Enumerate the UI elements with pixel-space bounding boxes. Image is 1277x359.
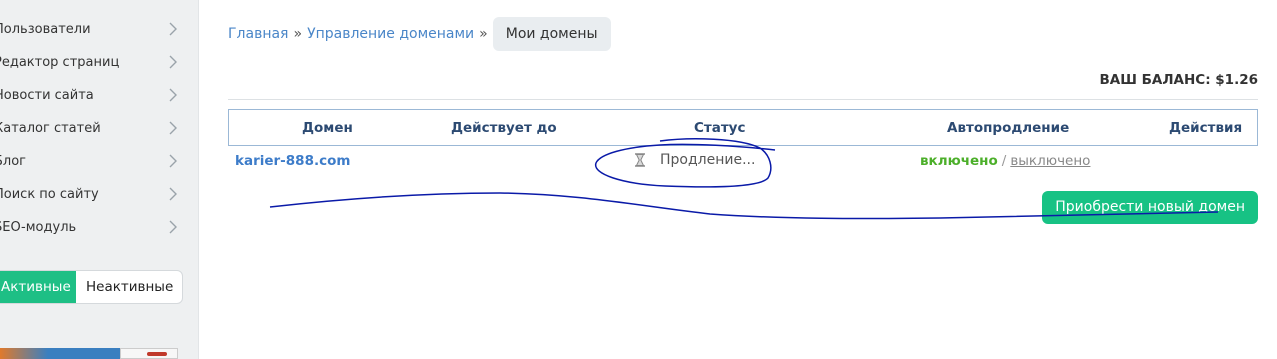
buy-new-domain-button[interactable]: Приобрести новый домен (1042, 191, 1258, 224)
autorenew-enabled: включено (920, 153, 998, 169)
breadcrumb-separator: » (293, 26, 303, 42)
status-cell: Продление... (634, 152, 755, 168)
breadcrumb: Главная » Управление доменами » Мои доме… (228, 17, 611, 51)
sidebar-item-articles[interactable]: Каталог статей (0, 113, 190, 146)
chevron-right-icon (169, 121, 177, 135)
column-header-actions: Действия (1169, 120, 1243, 136)
chevron-right-icon (169, 187, 177, 201)
toggle-active-option[interactable]: Активные (0, 271, 76, 303)
breadcrumb-separator: » (479, 26, 488, 42)
column-header-domain: Домен (302, 120, 353, 136)
sidebar-item-search[interactable]: Поиск по сайту (0, 179, 190, 212)
sidebar-item-label: Блог (0, 154, 27, 169)
banner-image-left (0, 348, 120, 359)
breadcrumb-domains-link[interactable]: Управление доменами (307, 26, 474, 42)
autorenew-separator: / (1001, 153, 1007, 169)
chevron-right-icon (169, 88, 177, 102)
chevron-right-icon (169, 220, 177, 234)
breadcrumb-home-link[interactable]: Главная (228, 26, 288, 42)
domain-link[interactable]: karier-888.com (235, 153, 350, 169)
chevron-right-icon (169, 22, 177, 36)
sidebar-item-label: Поиск по сайту (0, 187, 99, 202)
sidebar-item-page-editor[interactable]: Редактор страниц (0, 47, 190, 80)
promo-banner[interactable] (0, 348, 178, 359)
sidebar-item-news[interactable]: Новости сайта (0, 80, 190, 113)
chevron-right-icon (169, 55, 177, 69)
breadcrumb-current: Мои домены (492, 17, 611, 51)
sidebar: Пользователи Редактор страниц Новости са… (0, 0, 199, 359)
autorenew-disable-link[interactable]: выключено (1010, 153, 1090, 169)
domains-table-header: Домен Действует до Статус Автопродление … (228, 109, 1258, 146)
sidebar-item-label: Пользователи (0, 22, 91, 37)
sidebar-item-label: Новости сайта (0, 88, 94, 103)
column-header-valid-until: Действует до (451, 120, 557, 136)
banner-image-right (120, 348, 178, 359)
sidebar-item-label: SEO-модуль (0, 220, 77, 235)
column-header-status: Статус (694, 120, 746, 136)
active-inactive-toggle: Активные Неактивные (0, 270, 183, 304)
sidebar-item-seo[interactable]: SEO-модуль (0, 212, 190, 245)
chevron-right-icon (169, 154, 177, 168)
sidebar-item-blog[interactable]: Блог (0, 146, 190, 179)
hourglass-icon (635, 153, 645, 167)
column-header-autorenew: Автопродление (947, 120, 1070, 136)
account-balance: ВАШ БАЛАНС: $1.26 (1099, 72, 1258, 88)
toggle-inactive-option[interactable]: Неактивные (76, 271, 182, 303)
autorenew-cell: включено / выключено (920, 153, 1090, 169)
sidebar-item-users[interactable]: Пользователи (0, 14, 190, 47)
divider (228, 99, 1258, 100)
sidebar-item-label: Редактор страниц (0, 55, 120, 70)
sidebar-item-label: Каталог статей (0, 121, 101, 136)
table-row: karier-888.com Продление... включено / вык… (228, 146, 1258, 176)
status-text: Продление... (660, 152, 756, 168)
